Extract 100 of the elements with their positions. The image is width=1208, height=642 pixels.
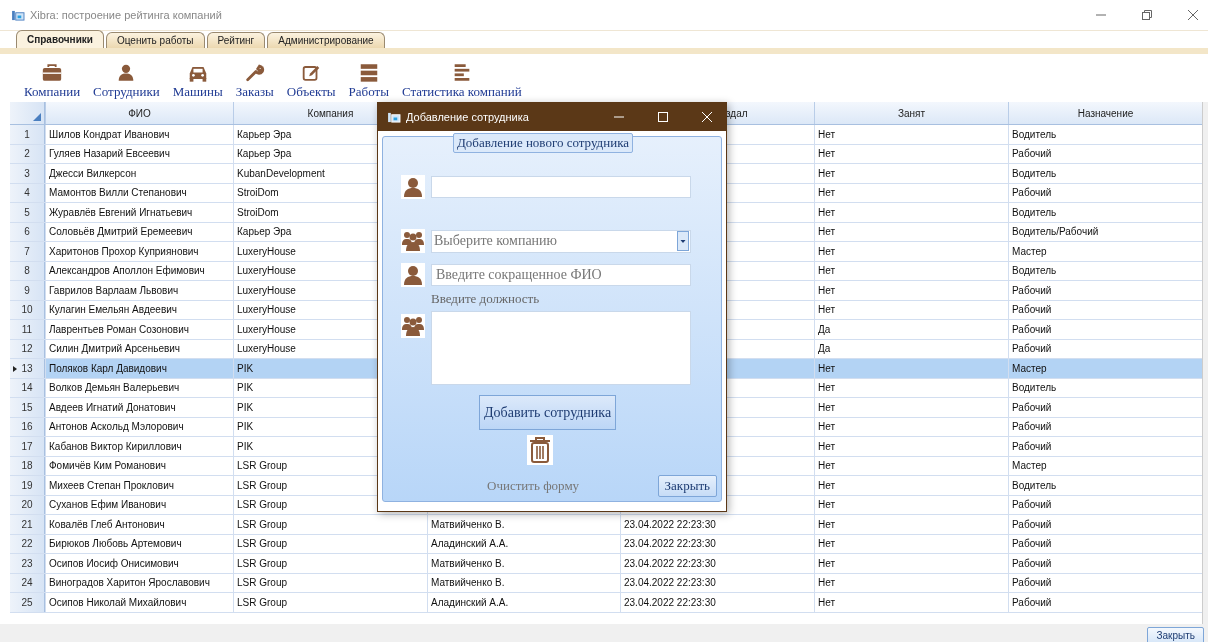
table-cell: Нет: [814, 495, 1008, 514]
row-header[interactable]: 19: [10, 476, 45, 495]
toolbar-button[interactable]: Машины: [170, 63, 225, 100]
table-cell: Фомичёв Ким Романович: [45, 456, 233, 475]
table-cell: Да: [814, 320, 1008, 339]
table-cell: LSR Group: [233, 515, 427, 534]
table-cell: Соловьёв Дмитрий Еремеевич: [45, 222, 233, 241]
close-button[interactable]: Закрыть: [1147, 627, 1204, 642]
toolbar-button[interactable]: Заказы: [233, 63, 276, 100]
row-header[interactable]: 13: [10, 359, 45, 378]
table-cell: 23.04.2022 22:23:30: [620, 573, 814, 592]
table-cell: Кулагин Емельян Авдеевич: [45, 300, 233, 319]
tab[interactable]: Рейтинг: [206, 32, 266, 48]
table-cell: Джесси Вилкерсон: [45, 164, 233, 183]
person-icon: [401, 263, 425, 287]
table-cell: Матвийченко В.: [427, 554, 620, 573]
table-cell: Нет: [814, 281, 1008, 300]
add-employee-button[interactable]: Добавить сотрудника: [479, 395, 617, 430]
table-cell: Осипов Николай Михайлович: [45, 593, 233, 612]
table-cell: Силин Дмитрий Арсеньевич: [45, 339, 233, 358]
table-cell: Нет: [814, 593, 1008, 612]
table-cell: Журавлёв Евгений Игнатьевич: [45, 203, 233, 222]
table-cell: Нет: [814, 534, 1008, 553]
table-cell: Кабанов Виктор Кириллович: [45, 437, 233, 456]
app-icon: [388, 111, 401, 123]
table-cell: Лаврентьев Роман Созонович: [45, 320, 233, 339]
table-cell: Бирюков Любовь Артемович: [45, 534, 233, 553]
restore-icon[interactable]: [1142, 10, 1152, 20]
toolbar-button[interactable]: Компании: [22, 63, 83, 100]
window-title: Xibra: построение рейтинга компаний: [30, 9, 222, 21]
input-field[interactable]: [431, 176, 691, 198]
group-title: Добавление нового сотрудника: [453, 133, 634, 153]
row-header[interactable]: 11: [10, 320, 45, 339]
maximize-icon[interactable]: [658, 112, 668, 122]
table-cell: Авдеев Игнатий Донатович: [45, 398, 233, 417]
row-header[interactable]: 15: [10, 398, 45, 417]
table-cell: Нет: [814, 417, 1008, 436]
table-cell: Нет: [814, 125, 1008, 144]
close-icon[interactable]: [1188, 10, 1198, 20]
tab[interactable]: Оценить работы: [105, 32, 205, 48]
table-cell: Матвийченко В.: [427, 573, 620, 592]
table-cell: Нет: [814, 183, 1008, 202]
table-cell: Аладинский А.А.: [427, 593, 620, 612]
people-icon: [401, 314, 425, 338]
table-cell: LSR Group: [233, 573, 427, 592]
table-cell: Шилов Кондрат Иванович: [45, 125, 233, 144]
table-cell: 23.04.2022 22:23:30: [620, 593, 814, 612]
person-icon: [401, 175, 425, 199]
row-header[interactable]: 9: [10, 281, 45, 300]
current-row-icon: [13, 366, 17, 372]
table-cell: Гаврилов Варлаам Львович: [45, 281, 233, 300]
table-cell: Нет: [814, 300, 1008, 319]
company-dropdown[interactable]: Выберите компанию: [431, 229, 691, 253]
people-icon: [401, 229, 425, 253]
table-cell: Нет: [814, 437, 1008, 456]
wrench-icon: [243, 63, 266, 82]
input-field[interactable]: Введите сокращенное ФИО: [431, 264, 691, 286]
table-cell: 23.04.2022 22:23:30: [620, 515, 814, 534]
briefcase-icon: [41, 63, 64, 82]
table-cell: Да: [814, 339, 1008, 358]
row-header[interactable]: 21: [10, 515, 45, 534]
app-icon: [12, 9, 25, 21]
close-button[interactable]: Закрыть: [657, 475, 717, 497]
row-header[interactable]: 17: [10, 437, 45, 456]
trash-icon[interactable]: [527, 434, 553, 466]
table-cell: LSR Group: [233, 534, 427, 553]
tab[interactable]: Администрирование: [267, 32, 385, 48]
row-header[interactable]: 23: [10, 554, 45, 573]
table-cell: Антонов Аскольд Мэлорович: [45, 417, 233, 436]
table-cell: Нет: [814, 398, 1008, 417]
table-cell: Александров Аполлон Ефимович: [45, 261, 233, 280]
column-header[interactable]: Занят: [814, 102, 1008, 124]
row-header[interactable]: 3: [10, 164, 45, 183]
toolbar-button[interactable]: Сотрудники: [91, 63, 162, 100]
column-header[interactable]: ФИО: [45, 102, 233, 124]
table-cell: Поляков Карл Давидович: [45, 359, 233, 378]
table-cell: LSR Group: [233, 554, 427, 573]
table-cell: Нет: [814, 476, 1008, 495]
table-cell: Матвийченко В.: [427, 515, 620, 534]
row-header[interactable]: 5: [10, 203, 45, 222]
tab[interactable]: Справочники: [16, 30, 104, 48]
row-header[interactable]: 1: [10, 125, 45, 144]
table-cell: Осипов Иосиф Онисимович: [45, 554, 233, 573]
row-header[interactable]: 25: [10, 593, 45, 612]
table-cell: Нет: [814, 164, 1008, 183]
toolbar-button[interactable]: Работы: [346, 63, 391, 100]
sort-corner-icon: [33, 113, 41, 121]
toolbar-button[interactable]: Объекты: [284, 63, 338, 100]
row-header[interactable]: 7: [10, 242, 45, 261]
table-cell: 23.04.2022 22:23:30: [620, 554, 814, 573]
table-cell: LSR Group: [233, 593, 427, 612]
table-cell: Михеев Степан Проклович: [45, 476, 233, 495]
table-cell: Харитонов Прохор Куприянович: [45, 242, 233, 261]
table-cell: Нет: [814, 456, 1008, 475]
table-cell: Гуляев Назарий Евсеевич: [45, 144, 233, 163]
table-cell: Нет: [814, 222, 1008, 241]
table-cell: Нет: [814, 515, 1008, 534]
table-cell: Виноградов Харитон Ярославович: [45, 573, 233, 592]
table-cell: Нет: [814, 144, 1008, 163]
toolbar-button[interactable]: Статистика компаний: [399, 63, 524, 100]
